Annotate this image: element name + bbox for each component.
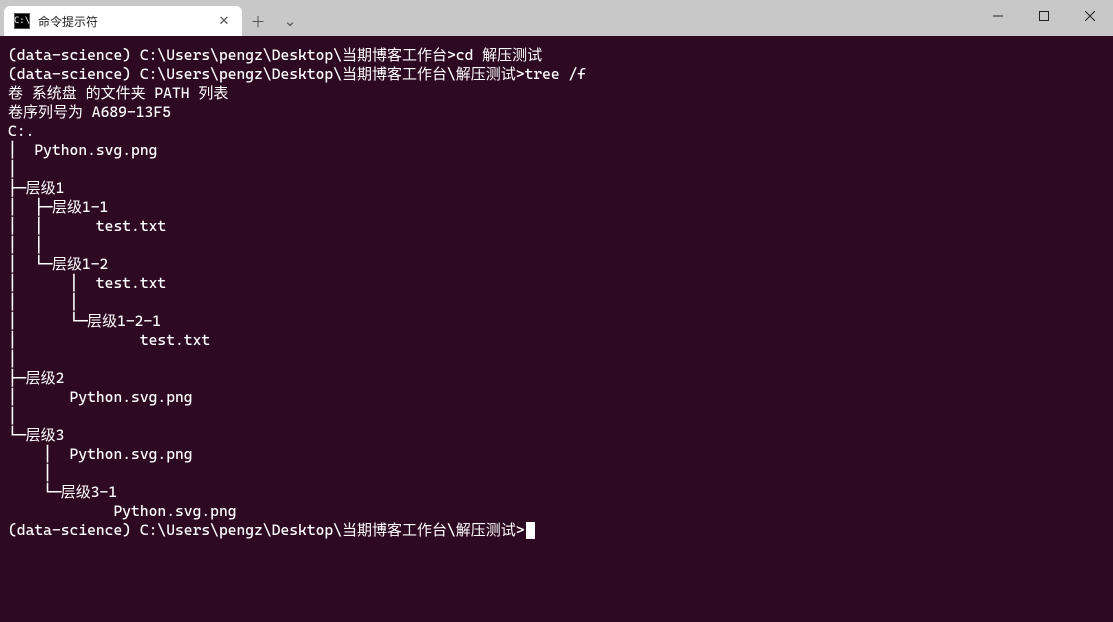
tab-dropdown-button[interactable]: ⌄ <box>274 6 306 36</box>
terminal-body[interactable]: (data-science) C:\Users\pengz\Desktop\当期… <box>0 36 1113 622</box>
terminal-line: │ │ <box>8 236 1105 255</box>
terminal-line: └─层级3-1 <box>8 483 1105 502</box>
terminal-line: │ └─层级1-2 <box>8 255 1105 274</box>
terminal-line: Python.svg.png <box>8 502 1105 521</box>
new-tab-button[interactable]: ＋ <box>242 6 274 36</box>
cursor <box>526 522 535 539</box>
tab-title: 命令提示符 <box>38 13 208 30</box>
terminal-line: │ │ test.txt <box>8 274 1105 293</box>
terminal-line: │ <box>8 407 1105 426</box>
terminal-line: │ Python.svg.png <box>8 445 1105 464</box>
tab-close-button[interactable]: ✕ <box>216 13 232 29</box>
terminal-line: 卷序列号为 A689-13F5 <box>8 103 1105 122</box>
terminal-prompt-line[interactable]: (data-science) C:\Users\pengz\Desktop\当期… <box>8 521 1105 540</box>
terminal-line: (data-science) C:\Users\pengz\Desktop\当期… <box>8 65 1105 84</box>
titlebar: C:\ 命令提示符 ✕ ＋ ⌄ <box>0 0 1113 36</box>
window-controls <box>975 0 1113 36</box>
terminal-line: │ │ test.txt <box>8 217 1105 236</box>
terminal-line: │ <box>8 160 1105 179</box>
close-button[interactable] <box>1067 0 1113 32</box>
terminal-line: │ Python.svg.png <box>8 388 1105 407</box>
minimize-button[interactable] <box>975 0 1021 32</box>
terminal-line: ├─层级1 <box>8 179 1105 198</box>
terminal-line: └─层级3 <box>8 426 1105 445</box>
maximize-button[interactable] <box>1021 0 1067 32</box>
cmd-icon: C:\ <box>14 13 30 29</box>
terminal-line: │ └─层级1-2-1 <box>8 312 1105 331</box>
terminal-line: │ ├─层级1-1 <box>8 198 1105 217</box>
terminal-line: ├─层级2 <box>8 369 1105 388</box>
terminal-window: C:\ 命令提示符 ✕ ＋ ⌄ (data-science) C:\Users\… <box>0 0 1113 622</box>
terminal-line: │ Python.svg.png <box>8 141 1105 160</box>
terminal-line: 卷 系统盘 的文件夹 PATH 列表 <box>8 84 1105 103</box>
terminal-line: (data-science) C:\Users\pengz\Desktop\当期… <box>8 46 1105 65</box>
terminal-line: │ <box>8 350 1105 369</box>
terminal-line: │ test.txt <box>8 331 1105 350</box>
terminal-line: C:. <box>8 122 1105 141</box>
tab-strip: C:\ 命令提示符 ✕ ＋ ⌄ <box>0 0 306 36</box>
titlebar-drag-area[interactable] <box>306 0 975 36</box>
terminal-line: │ │ <box>8 293 1105 312</box>
tab-active[interactable]: C:\ 命令提示符 ✕ <box>4 6 242 36</box>
prompt-text: (data-science) C:\Users\pengz\Desktop\当期… <box>8 521 525 539</box>
terminal-line: │ <box>8 464 1105 483</box>
